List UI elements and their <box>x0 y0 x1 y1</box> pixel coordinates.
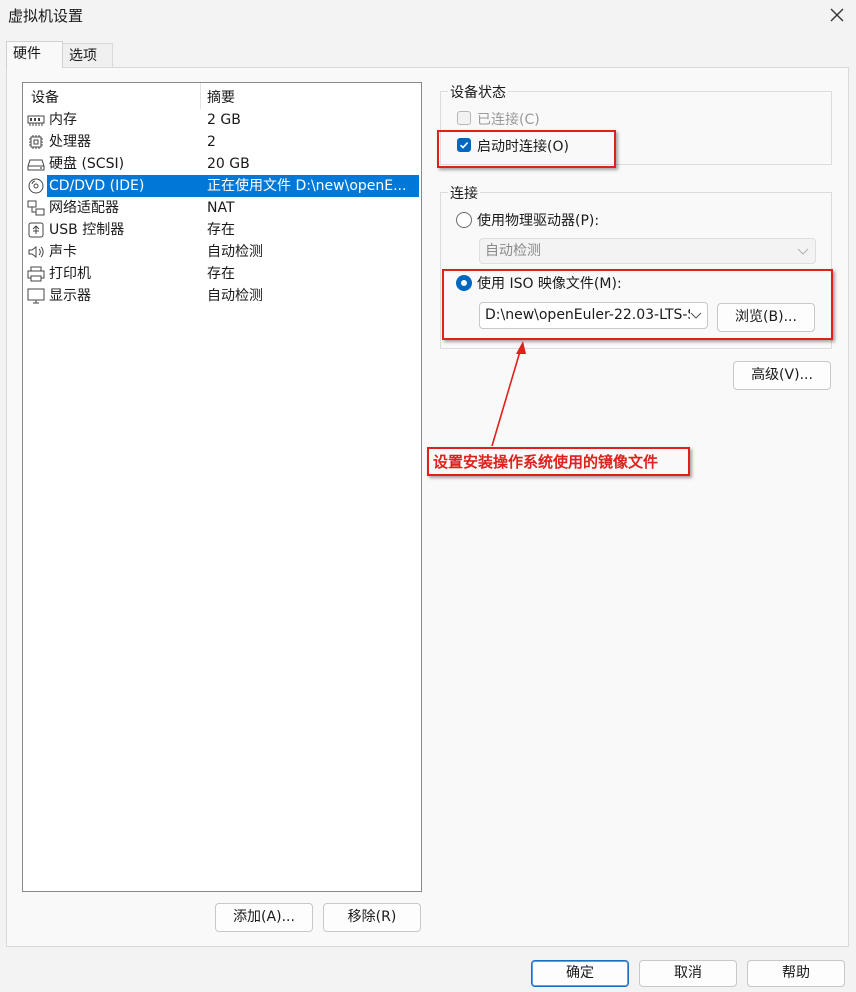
network-adapter-icon <box>27 200 45 216</box>
device-row-usb-controller[interactable]: USB 控制器 存在 <box>23 219 421 241</box>
chevron-down-icon <box>797 248 809 255</box>
device-row-hard-disk[interactable]: 硬盘 (SCSI) 20 GB <box>23 153 421 175</box>
remove-device-button[interactable]: 移除(R) <box>323 903 421 932</box>
device-summary: 正在使用文件 D:\new\openE... <box>207 178 407 194</box>
device-list-header: 设备 摘要 <box>23 83 421 109</box>
highlight-box-power-on <box>437 130 616 168</box>
connected-label: 已连接(C) <box>477 112 540 128</box>
device-name: 硬盘 (SCSI) <box>49 156 125 172</box>
add-device-button[interactable]: 添加(A)... <box>215 903 313 932</box>
device-list[interactable]: 设备 摘要 内存 2 GB 处理器 2 硬盘 (SCSI) 20 GB CD/D… <box>22 82 422 892</box>
column-header-summary[interactable]: 摘要 <box>207 87 235 107</box>
device-name: USB 控制器 <box>49 222 125 238</box>
ok-button[interactable]: 确定 <box>531 960 629 987</box>
device-row-cd-dvd[interactable]: CD/DVD (IDE) 正在使用文件 D:\new\openE... <box>23 175 421 197</box>
device-row-network-adapter[interactable]: 网络适配器 NAT <box>23 197 421 219</box>
device-name: 显示器 <box>49 288 91 304</box>
device-name: 打印机 <box>49 266 91 282</box>
cd-dvd-icon <box>28 178 44 194</box>
device-row-printer[interactable]: 打印机 存在 <box>23 263 421 285</box>
device-row-processor[interactable]: 处理器 2 <box>23 131 421 153</box>
device-name: 内存 <box>49 112 77 128</box>
help-button[interactable]: 帮助 <box>747 960 845 987</box>
processor-icon <box>29 135 43 149</box>
device-row-memory[interactable]: 内存 2 GB <box>23 109 421 131</box>
physical-drive-select[interactable]: 自动检测 <box>479 238 816 264</box>
device-summary: NAT <box>207 200 235 216</box>
device-name: 处理器 <box>49 134 91 150</box>
device-name: 声卡 <box>49 244 77 260</box>
device-summary: 20 GB <box>207 156 250 172</box>
close-icon <box>830 8 844 22</box>
physical-drive-label: 使用物理驱动器(P): <box>477 213 600 229</box>
window-title: 虚拟机设置 <box>8 7 84 25</box>
physical-drive-radio[interactable] <box>456 212 472 228</box>
device-summary: 2 <box>207 134 216 150</box>
device-row-sound-card[interactable]: 声卡 自动检测 <box>23 241 421 263</box>
device-summary: 2 GB <box>207 112 241 128</box>
close-button[interactable] <box>826 4 848 26</box>
device-summary: 自动检测 <box>207 244 263 260</box>
device-status-title: 设备状态 <box>448 82 508 102</box>
highlight-box-iso <box>442 269 833 340</box>
annotation-arrow <box>491 341 526 447</box>
device-summary: 存在 <box>207 222 235 238</box>
device-summary: 存在 <box>207 266 235 282</box>
physical-drive-value: 自动检测 <box>485 243 541 259</box>
connection-title: 连接 <box>448 183 480 203</box>
usb-icon <box>28 222 44 238</box>
tab-hardware[interactable]: 硬件 <box>6 41 63 68</box>
title-bar: 虚拟机设置 <box>0 0 856 32</box>
speaker-icon <box>28 246 44 258</box>
selected-row-highlight: CD/DVD (IDE) 正在使用文件 D:\new\openE... <box>47 175 419 197</box>
hard-disk-icon <box>27 159 45 171</box>
device-summary: 自动检测 <box>207 288 263 304</box>
annotation-note: 设置安装操作系统使用的镜像文件 <box>427 447 690 476</box>
advanced-button[interactable]: 高级(V)... <box>733 361 831 390</box>
device-row-display[interactable]: 显示器 自动检测 <box>23 285 421 307</box>
cancel-button[interactable]: 取消 <box>639 960 737 987</box>
tab-options[interactable]: 选项 <box>63 43 113 67</box>
printer-icon <box>27 266 45 282</box>
memory-icon <box>27 115 45 126</box>
connected-checkbox[interactable] <box>457 111 471 125</box>
device-name: 网络适配器 <box>49 200 119 216</box>
column-header-device[interactable]: 设备 <box>31 87 59 107</box>
monitor-icon <box>27 288 45 304</box>
device-name: CD/DVD (IDE) <box>49 178 145 194</box>
